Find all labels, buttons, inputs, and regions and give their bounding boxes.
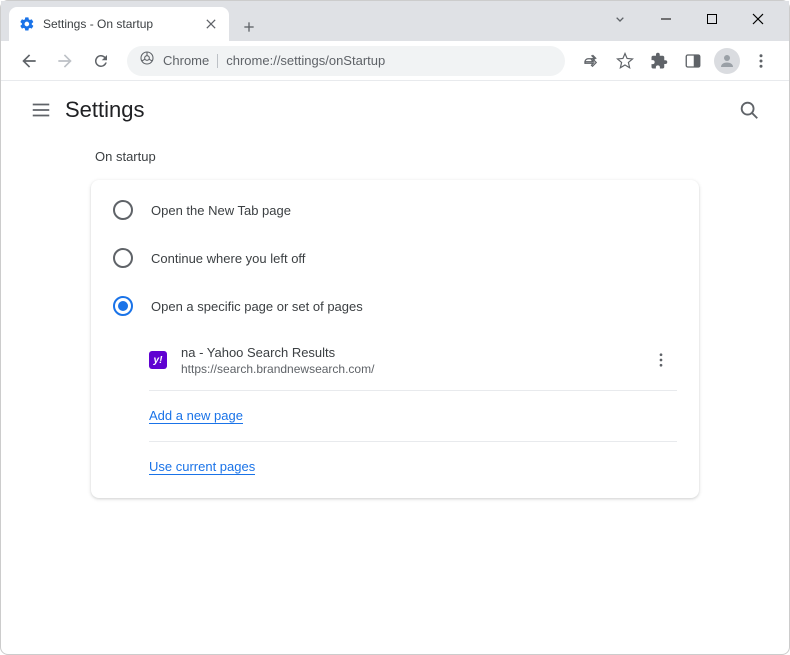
page-title: Settings xyxy=(65,97,145,123)
toolbar: Chrome chrome://settings/onStartup xyxy=(1,41,789,81)
section-label: On startup xyxy=(91,149,699,164)
hamburger-menu-icon[interactable] xyxy=(21,90,61,130)
use-current-link[interactable]: Use current pages xyxy=(149,459,255,475)
settings-header: Settings xyxy=(1,81,789,139)
kebab-menu-icon[interactable] xyxy=(745,45,777,77)
radio-icon xyxy=(113,296,133,316)
reload-button[interactable] xyxy=(85,45,117,77)
divider xyxy=(217,54,218,68)
chrome-icon xyxy=(139,50,155,71)
share-icon[interactable] xyxy=(575,45,607,77)
extensions-icon[interactable] xyxy=(643,45,675,77)
profile-avatar[interactable] xyxy=(711,45,743,77)
browser-tab[interactable]: Settings - On startup xyxy=(9,7,229,41)
add-page-link[interactable]: Add a new page xyxy=(149,408,243,424)
radio-label: Open a specific page or set of pages xyxy=(151,299,363,314)
radio-open-new-tab[interactable]: Open the New Tab page xyxy=(91,186,699,234)
radio-specific-page[interactable]: Open a specific page or set of pages xyxy=(91,282,699,330)
new-tab-button[interactable] xyxy=(235,13,263,41)
omnibox-prefix: Chrome xyxy=(163,53,209,68)
startup-card: Open the New Tab page Continue where you… xyxy=(91,180,699,498)
radio-continue[interactable]: Continue where you left off xyxy=(91,234,699,282)
radio-icon xyxy=(113,200,133,220)
startup-page-item: y! na - Yahoo Search Results https://sea… xyxy=(149,330,677,391)
page-item-url: https://search.brandnewsearch.com/ xyxy=(181,362,631,376)
address-bar[interactable]: Chrome chrome://settings/onStartup xyxy=(127,46,565,76)
page-item-title: na - Yahoo Search Results xyxy=(181,345,631,360)
gear-icon xyxy=(19,16,35,32)
forward-button[interactable] xyxy=(49,45,81,77)
page-item-menu-icon[interactable] xyxy=(645,344,677,376)
omnibox-url: chrome://settings/onStartup xyxy=(226,53,385,68)
radio-label: Continue where you left off xyxy=(151,251,305,266)
bookmark-icon[interactable] xyxy=(609,45,641,77)
close-window-button[interactable] xyxy=(735,3,781,35)
tab-overflow-icon[interactable] xyxy=(597,11,643,27)
search-icon[interactable] xyxy=(729,90,769,130)
radio-label: Open the New Tab page xyxy=(151,203,291,218)
sidepanel-icon[interactable] xyxy=(677,45,709,77)
maximize-button[interactable] xyxy=(689,3,735,35)
minimize-button[interactable] xyxy=(643,3,689,35)
yahoo-favicon: y! xyxy=(149,351,167,369)
radio-icon xyxy=(113,248,133,268)
back-button[interactable] xyxy=(13,45,45,77)
close-tab-icon[interactable] xyxy=(203,16,219,32)
window-controls xyxy=(589,1,789,37)
add-page-row: Add a new page xyxy=(149,391,677,442)
use-current-row: Use current pages xyxy=(149,442,677,492)
tab-title: Settings - On startup xyxy=(43,17,195,31)
